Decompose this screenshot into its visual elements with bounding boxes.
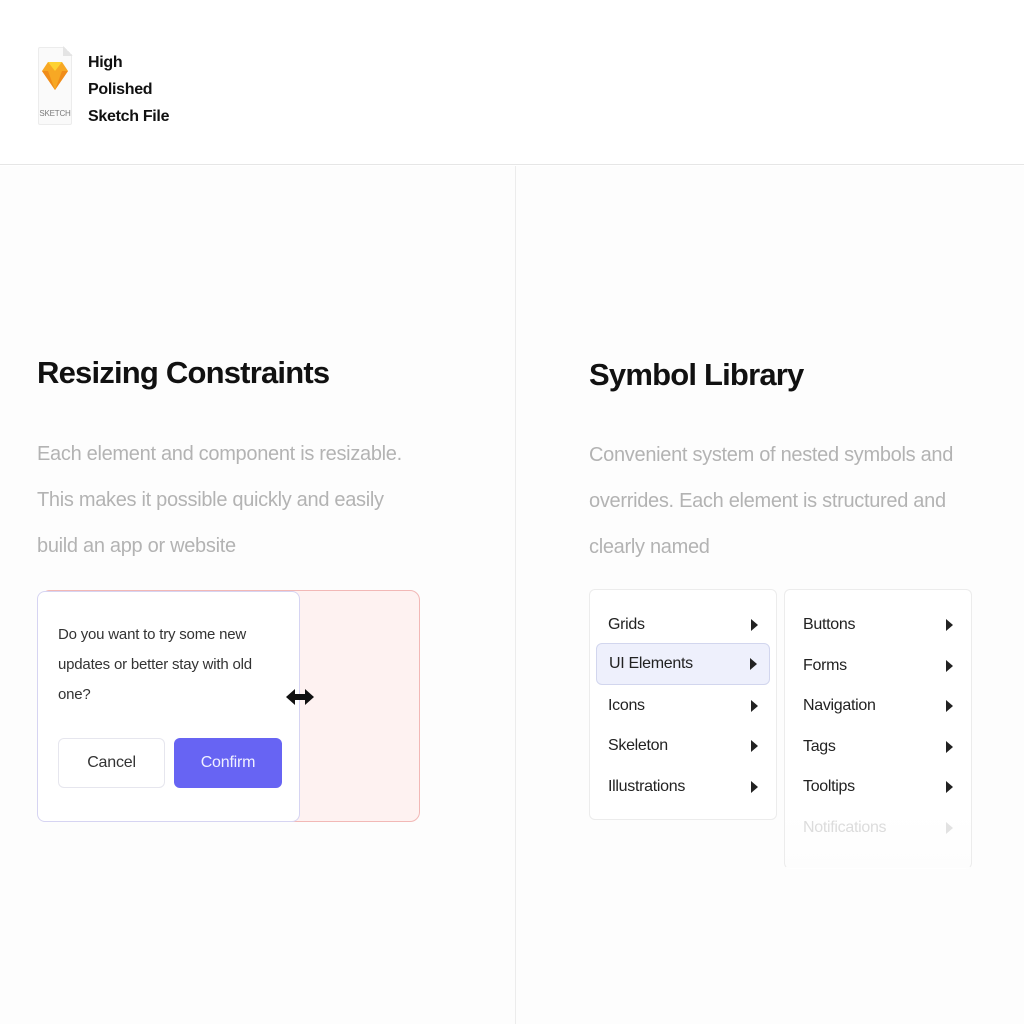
menu-item-grids[interactable]: Grids (596, 604, 770, 646)
menu-item-label: Icons (608, 697, 645, 714)
symbols-title: Symbol Library (589, 357, 804, 392)
dialog-message: Do you want to try some new updates or b… (58, 626, 252, 703)
cancel-button[interactable]: Cancel (58, 738, 165, 788)
brand-line: High (88, 54, 123, 71)
menu-item-label: UI Elements (609, 655, 693, 672)
chevron-right-icon (946, 741, 953, 753)
menu-item-label: Notifications (803, 819, 887, 836)
chevron-right-icon (946, 781, 953, 793)
brand-line: Polished (88, 81, 153, 98)
header: SKETCH High Polished Sketch File (0, 0, 1024, 165)
file-icon-label: SKETCH (39, 109, 71, 118)
menu-item-tooltips[interactable]: Tooltips (791, 766, 965, 808)
menu-item-label: Grids (608, 616, 645, 633)
sketch-diamond-icon (42, 62, 68, 90)
menu-item-tags[interactable]: Tags (791, 726, 965, 768)
chevron-right-icon (751, 700, 758, 712)
menu-item-label: Tags (803, 738, 836, 755)
chevron-right-icon (751, 781, 758, 793)
resize-horizontal-icon[interactable] (285, 686, 315, 708)
menu-item-forms[interactable]: Forms (791, 645, 965, 687)
menu-item-buttons[interactable]: Buttons (791, 604, 965, 646)
chevron-right-icon (751, 619, 758, 631)
menu-item-label: Forms (803, 657, 847, 674)
chevron-right-icon (751, 740, 758, 752)
symbols-description: Convenient system of nested symbols and … (589, 444, 954, 558)
secondary-menu: Buttons Forms Navigation Tags Tooltips N… (784, 589, 972, 869)
menu-item-icons[interactable]: Icons (596, 685, 770, 727)
chevron-right-icon (946, 619, 953, 631)
menu-item-skeleton[interactable]: Skeleton (596, 725, 770, 767)
chevron-right-icon (946, 660, 953, 672)
sketch-file-icon: SKETCH (38, 46, 73, 125)
brand-title: High Polished Sketch File (88, 49, 169, 130)
resizing-description: Each element and component is resizable.… (37, 443, 402, 557)
chevron-right-icon (946, 822, 953, 834)
menu-item-navigation[interactable]: Navigation (791, 685, 965, 727)
menu-item-label: Navigation (803, 697, 876, 714)
resizing-title: Resizing Constraints (37, 355, 330, 390)
menu-item-label: Illustrations (608, 778, 686, 795)
primary-menu: Grids UI Elements Icons Skeleton Illustr… (589, 589, 777, 820)
menu-item-label: Buttons (803, 616, 856, 633)
chevron-right-icon (946, 700, 953, 712)
menu-item-label: Tooltips (803, 778, 855, 795)
menu-item-label: Skeleton (608, 737, 668, 754)
menu-item-illustrations[interactable]: Illustrations (596, 766, 770, 808)
chevron-right-icon (750, 658, 757, 670)
panel-divider (515, 166, 516, 1024)
menu-item-notifications[interactable]: Notifications (791, 807, 965, 849)
menu-item-ui-elements[interactable]: UI Elements (596, 643, 770, 685)
brand-line: Sketch File (88, 108, 170, 125)
confirm-button[interactable]: Confirm (174, 738, 282, 788)
confirm-dialog: Do you want to try some new updates or b… (37, 591, 300, 822)
